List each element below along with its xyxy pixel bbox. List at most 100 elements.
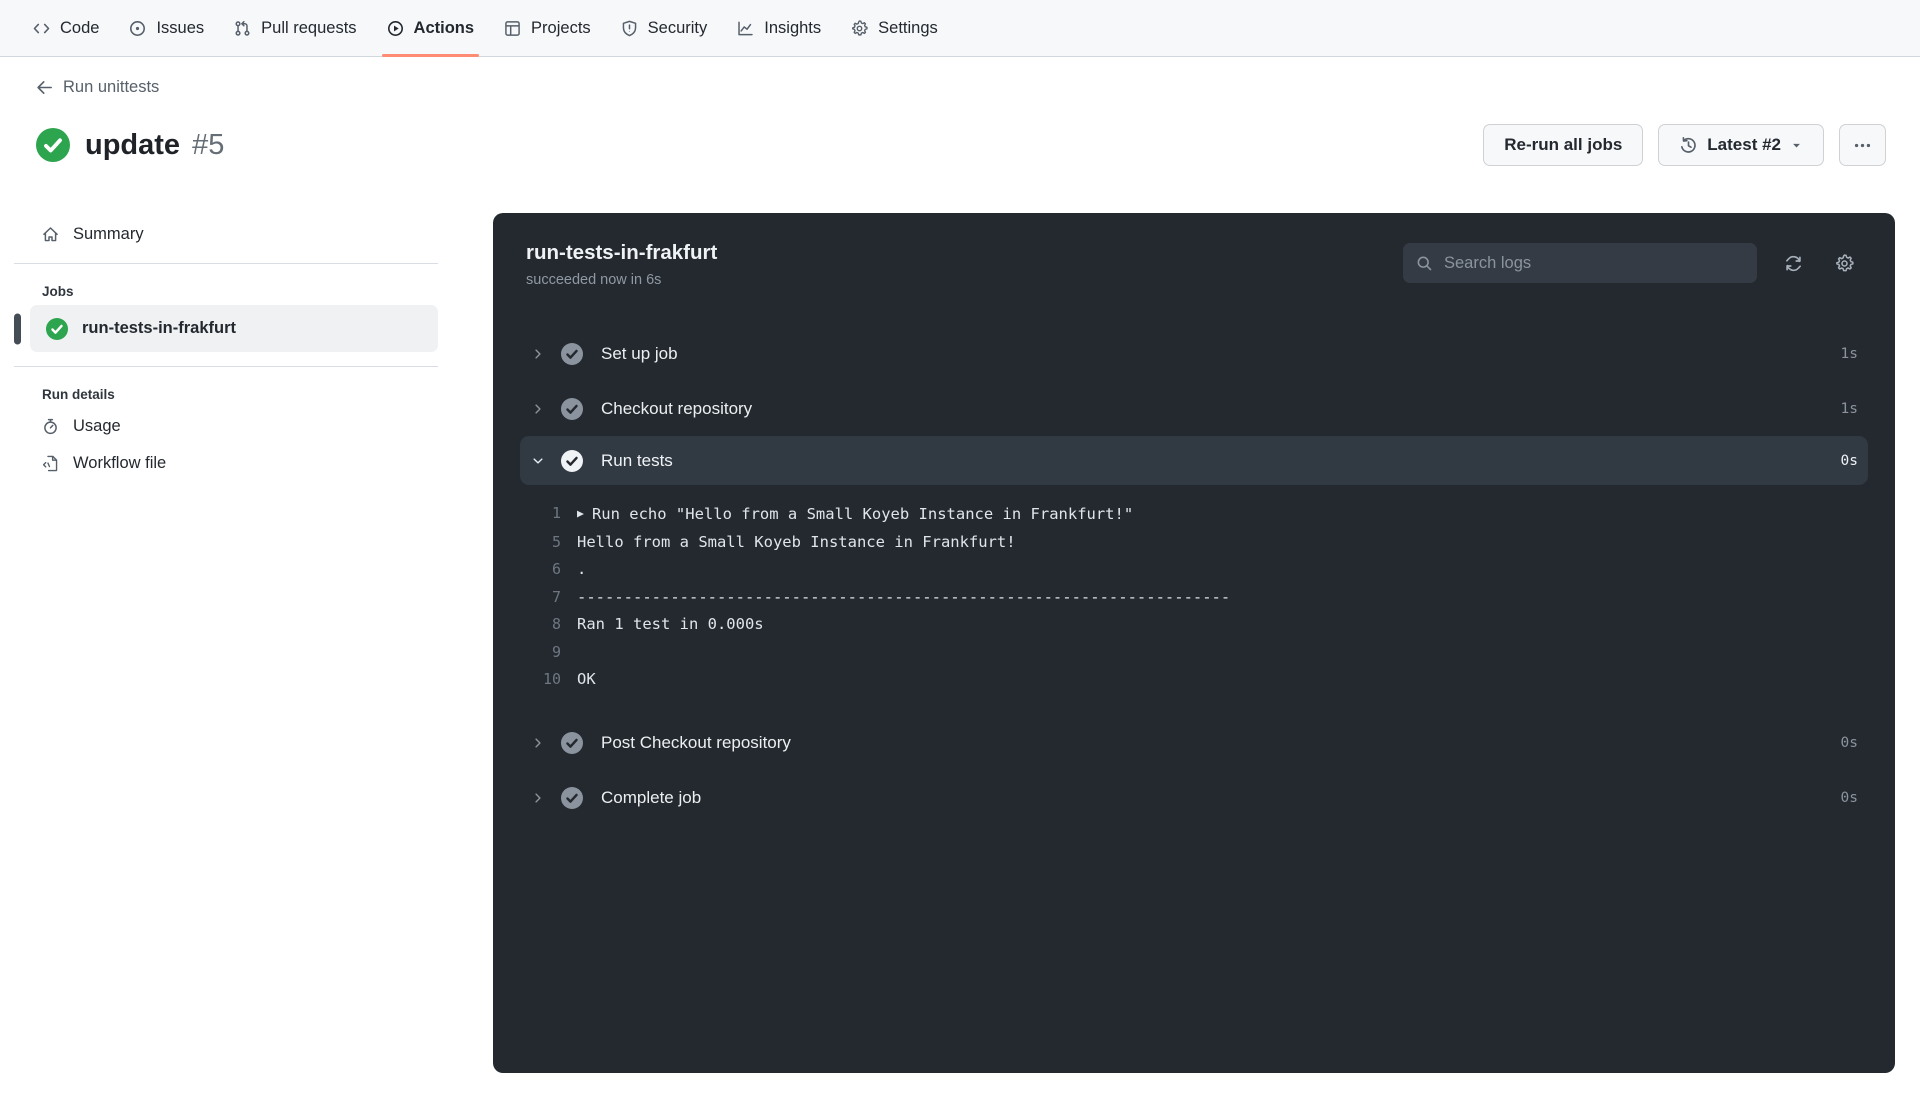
log-line-text: .: [577, 560, 587, 578]
log-line-number[interactable]: 8: [493, 611, 561, 639]
step-post-checkout-repository[interactable]: Post Checkout repository 0s: [493, 716, 1895, 771]
log-line-number[interactable]: 5: [493, 529, 561, 557]
run-number: #5: [192, 128, 225, 161]
job-title-block: run-tests-in-frakfurt succeeded now in 6…: [526, 241, 1403, 288]
step-duration: 0s: [1840, 790, 1858, 806]
step-checkout-repository[interactable]: Checkout repository 1s: [493, 381, 1895, 436]
nav-tab-issues[interactable]: Issues: [114, 0, 219, 56]
code-icon: [33, 20, 50, 37]
repo-nav: Code Issues Pull requests Actions Projec…: [0, 0, 1920, 57]
nav-tab-label: Insights: [764, 18, 822, 37]
job-title: run-tests-in-frakfurt: [526, 241, 718, 264]
chevron-down-icon: [531, 454, 546, 468]
step-duration: 1s: [1840, 400, 1858, 417]
sidebar-item-workflow-file[interactable]: Workflow file: [14, 445, 438, 482]
chevron-right-icon: [531, 402, 546, 416]
search-icon: [1416, 255, 1433, 272]
log-line-number[interactable]: 6: [493, 556, 561, 584]
chevron-right-icon: [531, 347, 546, 361]
log-line: 1 ▶ Run echo "Hello from a Small Koyeb In…: [493, 500, 1895, 529]
attempt-dropdown-button[interactable]: Latest #2: [1658, 124, 1824, 166]
step-set-up-job[interactable]: Set up job 1s: [493, 326, 1895, 381]
refresh-logs-button[interactable]: [1779, 249, 1808, 278]
home-icon: [42, 226, 59, 243]
step-success-icon: [561, 732, 583, 754]
nav-tab-label: Pull requests: [261, 18, 357, 37]
gear-icon: [851, 19, 868, 37]
job-success-icon: [46, 317, 68, 340]
log-settings-button[interactable]: [1830, 249, 1859, 278]
nav-tab-projects[interactable]: Projects: [489, 0, 606, 56]
issue-opened-icon: [129, 20, 146, 37]
log-panel-header: run-tests-in-frakfurt succeeded now in 6…: [493, 213, 1895, 306]
log-line-number[interactable]: 1: [493, 500, 561, 529]
step-name: Complete job: [601, 788, 702, 807]
history-clock-icon: [1679, 136, 1698, 155]
log-line-text: [561, 639, 577, 667]
stopwatch-icon: [42, 418, 59, 435]
sidebar-divider: [14, 366, 438, 367]
step-duration: 0s: [1840, 452, 1858, 469]
nav-tab-insights[interactable]: Insights: [722, 0, 836, 56]
git-pull-request-icon: [234, 20, 251, 37]
rerun-all-jobs-button[interactable]: Re-run all jobs: [1483, 124, 1644, 166]
step-complete-job[interactable]: Complete job 0s: [493, 771, 1895, 826]
log-line-number[interactable]: 10: [493, 666, 561, 694]
sync-icon: [1784, 254, 1803, 273]
selected-job-indicator: [14, 313, 21, 344]
sidebar-item-label: Workflow file: [73, 454, 167, 472]
gear-icon: [1835, 253, 1854, 273]
step-success-icon: [561, 397, 583, 420]
log-line-number[interactable]: 9: [493, 639, 561, 667]
workflow-run-page: Code Issues Pull requests Actions Projec…: [0, 0, 1920, 1097]
chevron-right-icon: [531, 791, 546, 805]
run-details-heading: Run details: [42, 387, 115, 402]
step-run-tests[interactable]: Run tests 0s: [520, 436, 1868, 485]
nav-tab-label: Settings: [878, 18, 938, 37]
log-line: 5 Hello from a Small Koyeb Instance in F…: [493, 529, 1895, 557]
nav-tab-pull-requests[interactable]: Pull requests: [219, 0, 371, 56]
more-options-button[interactable]: [1839, 124, 1886, 166]
log-line: 9: [493, 639, 1895, 667]
step-name: Checkout repository: [601, 398, 753, 418]
nav-tab-label: Issues: [156, 18, 205, 37]
graph-icon: [737, 20, 754, 37]
nav-tab-security[interactable]: Security: [606, 0, 723, 56]
log-line: 6 .: [493, 556, 1895, 584]
back-link-label: Run unittests: [63, 78, 160, 96]
commit-title: update: [85, 128, 181, 161]
sidebar-item-label: Usage: [73, 417, 121, 435]
step-success-icon: [561, 342, 583, 365]
attempt-button-label: Latest #2: [1707, 135, 1781, 154]
back-to-workflow-link[interactable]: Run unittests: [36, 78, 159, 97]
step-duration: 1s: [1840, 345, 1858, 362]
sidebar-item-summary[interactable]: Summary: [14, 216, 438, 253]
job-status: succeeded now in 6s: [526, 272, 662, 288]
nav-tab-code[interactable]: Code: [18, 0, 114, 56]
run-actions: Re-run all jobs Latest #2: [1483, 124, 1886, 166]
log-group-toggle-icon[interactable]: ▶: [577, 506, 584, 520]
search-logs-input[interactable]: [1444, 253, 1744, 273]
nav-tab-label: Actions: [413, 18, 475, 37]
job-steps: Set up job 1s Checkout repository 1s Run…: [493, 306, 1895, 826]
step-success-icon: [561, 449, 583, 472]
log-line: 8 Ran 1 test in 0.000s: [493, 611, 1895, 639]
run-title: update #5: [85, 129, 224, 162]
log-line: 10 OK: [493, 666, 1895, 694]
step-name: Run tests: [601, 450, 673, 470]
nav-tab-actions[interactable]: Actions: [372, 0, 490, 57]
job-log-panel: run-tests-in-frakfurt succeeded now in 6…: [493, 213, 1895, 1073]
sidebar-item-usage[interactable]: Usage: [14, 408, 438, 445]
log-line-number[interactable]: 7: [493, 584, 561, 612]
log-line-text: Hello from a Small Koyeb Instance in Fra…: [577, 532, 1016, 551]
nav-tab-settings[interactable]: Settings: [836, 0, 953, 56]
caret-down-icon: [1790, 139, 1803, 152]
job-name-label: run-tests-in-frakfurt: [82, 319, 237, 337]
sidebar-item-label: Summary: [73, 225, 144, 243]
kebab-horizontal-icon: [1853, 136, 1872, 155]
log-line-text: ▶ Run echo "Hello from a Small Koyeb Inst…: [577, 505, 1134, 523]
log-controls: [1403, 243, 1859, 283]
nav-tab-label: Projects: [531, 18, 591, 37]
sidebar-job-run-tests-in-frakfurt[interactable]: run-tests-in-frakfurt: [30, 305, 438, 352]
nav-tab-label: Security: [647, 18, 708, 37]
